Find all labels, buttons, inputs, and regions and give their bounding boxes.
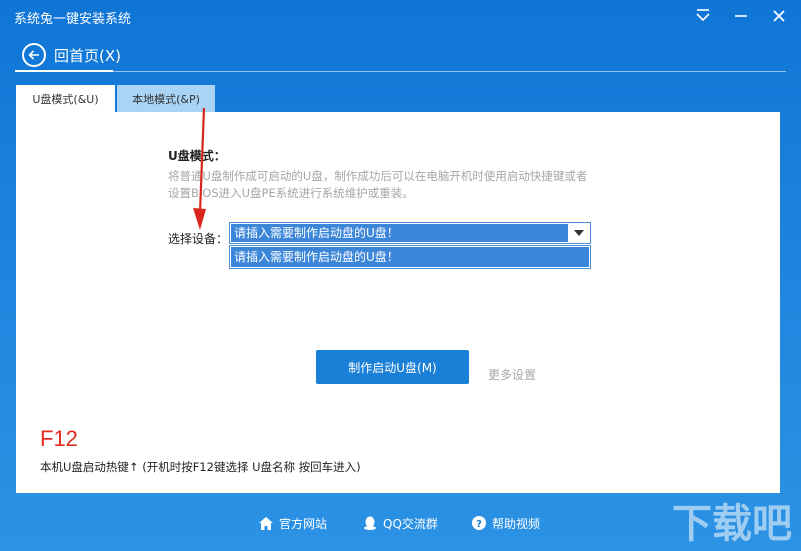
minimize-icon[interactable] bbox=[728, 4, 754, 28]
chevron-down-icon[interactable] bbox=[572, 226, 586, 240]
footer-website-label: 官方网站 bbox=[279, 516, 328, 531]
footer-qq-link[interactable]: QQ交流群 bbox=[363, 514, 438, 532]
hotkey-hint: 本机U盘启动热键↑ (开机时按F12键选择 U盘名称 按回车进入) bbox=[40, 460, 361, 474]
qq-penguin-icon bbox=[364, 516, 376, 530]
help-icon: ? bbox=[472, 516, 486, 530]
usb-mode-description: 将普通U盘制作成可启动的U盘，制作成功后可以在电脑开机时使用启动快捷键或者设置B… bbox=[168, 169, 588, 200]
window-title: 系统兔一键安装系统 bbox=[14, 12, 132, 27]
make-boot-usb-button[interactable]: 制作启动U盘(M) bbox=[316, 350, 469, 384]
device-dropdown-list: 请插入需要制作启动盘的U盘！ bbox=[229, 245, 591, 269]
header-divider-active bbox=[15, 70, 113, 72]
header-divider bbox=[15, 71, 786, 72]
home-icon bbox=[259, 516, 273, 530]
more-settings-link[interactable]: 更多设置 bbox=[488, 366, 536, 383]
device-option[interactable]: 请插入需要制作启动盘的U盘！ bbox=[231, 247, 589, 267]
watermark-text: 下载吧 bbox=[672, 501, 792, 547]
device-select-value: 请插入需要制作启动盘的U盘！ bbox=[231, 224, 568, 242]
footer-help-label: 帮助视频 bbox=[492, 516, 541, 531]
footer-website-link[interactable]: 官方网站 bbox=[259, 514, 327, 532]
svg-text:?: ? bbox=[476, 519, 482, 530]
back-home-button[interactable]: 回首页(X) bbox=[22, 42, 121, 68]
title-bar: 系统兔一键安装系统 bbox=[0, 0, 801, 34]
close-icon[interactable] bbox=[766, 4, 792, 28]
settings-icon[interactable] bbox=[690, 4, 716, 28]
hotkey-key: F12 bbox=[40, 426, 78, 451]
app-window: 系统兔一键安装系统 回首页(X) U盘模式(&U) 本地模式(&P) U盘模式：… bbox=[0, 0, 801, 551]
back-home-label: 回首页(X) bbox=[54, 46, 121, 65]
download-site-watermark: 下载吧 bbox=[672, 501, 792, 547]
footer-help-link[interactable]: ? 帮助视频 bbox=[472, 514, 540, 532]
footer-qq-label: QQ交流群 bbox=[383, 516, 438, 531]
red-arrow-annotation bbox=[193, 108, 206, 230]
back-arrow-icon bbox=[22, 43, 46, 67]
tab-usb-mode[interactable]: U盘模式(&U) bbox=[16, 85, 115, 112]
device-select[interactable]: 请插入需要制作启动盘的U盘！ bbox=[229, 222, 591, 244]
